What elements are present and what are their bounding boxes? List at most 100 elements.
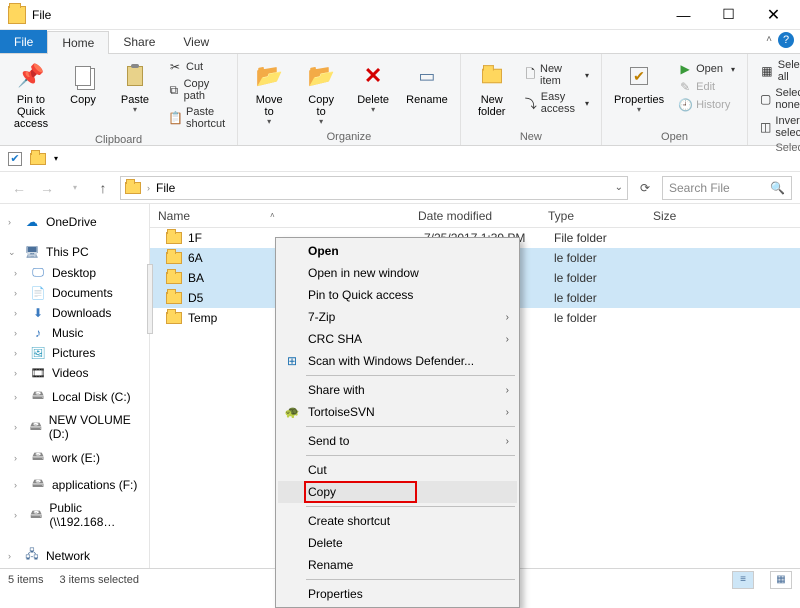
chevron-down-icon[interactable]: ⌄ bbox=[615, 182, 623, 193]
back-button[interactable]: ← bbox=[8, 180, 30, 196]
select-none-button[interactable]: ▢ Select none bbox=[756, 86, 800, 112]
help-button[interactable]: ? bbox=[778, 32, 794, 48]
sidebar-item-onedrive[interactable]: ›☁OneDrive bbox=[0, 212, 149, 232]
ctx-cut[interactable]: Cut bbox=[278, 459, 517, 481]
ctx-crc-sha[interactable]: CRC SHA› bbox=[278, 328, 517, 350]
select-none-label: Select none bbox=[775, 87, 800, 111]
column-name[interactable]: Name˄ bbox=[150, 209, 410, 223]
minimize-button[interactable]: — bbox=[661, 1, 706, 29]
sidebar-item-applicationsf[interactable]: ›🖴applications (F:) bbox=[0, 471, 149, 498]
tab-view[interactable]: View bbox=[169, 30, 223, 53]
properties-button[interactable]: ✔ Properties ▾ bbox=[610, 58, 668, 116]
ctx-separator bbox=[306, 579, 515, 580]
copy-path-button[interactable]: ⧉Copy path bbox=[164, 77, 229, 103]
new-folder-button[interactable]: New folder bbox=[469, 58, 515, 120]
pictures-icon: 🖼 bbox=[30, 346, 46, 360]
column-type[interactable]: Type bbox=[540, 209, 645, 223]
new-item-button[interactable]: 🗋New item▾ bbox=[521, 62, 593, 88]
copy-to-label: Copy to bbox=[308, 94, 334, 118]
search-input[interactable]: Search File 🔍 bbox=[662, 176, 792, 200]
tab-home[interactable]: Home bbox=[47, 31, 109, 54]
collapse-ribbon-icon[interactable]: ˄ bbox=[766, 34, 772, 45]
column-date[interactable]: Date modified bbox=[410, 209, 540, 223]
ctx-open[interactable]: Open bbox=[278, 240, 517, 262]
properties-icon: ✔ bbox=[630, 60, 648, 92]
invert-selection-button[interactable]: ◫Invert selection bbox=[756, 114, 800, 140]
pin-icon: 📌 bbox=[17, 60, 44, 92]
move-to-button[interactable]: 📂 Move to ▾ bbox=[246, 58, 292, 128]
ctx-7zip[interactable]: 7-Zip› bbox=[278, 306, 517, 328]
ctx-share-with[interactable]: Share with› bbox=[278, 379, 517, 401]
sidebar-item-desktop[interactable]: ›🖵Desktop bbox=[0, 262, 149, 283]
drive-icon: 🖴 bbox=[29, 417, 43, 438]
file-type: le folder bbox=[554, 271, 659, 285]
sidebar-label: OneDrive bbox=[46, 215, 97, 229]
ctx-copy[interactable]: Copy bbox=[278, 481, 517, 503]
copy-to-button[interactable]: 📂 Copy to ▾ bbox=[298, 58, 344, 128]
sidebar-item-documents[interactable]: ›📄Documents bbox=[0, 283, 149, 303]
icons-view-button[interactable]: ▦ bbox=[770, 571, 792, 589]
ctx-label: Open in new window bbox=[308, 266, 419, 280]
pin-to-quick-access-button[interactable]: 📌 Pin to Quick access bbox=[8, 58, 54, 132]
column-size[interactable]: Size bbox=[645, 209, 705, 223]
select-all-label: Select all bbox=[778, 59, 800, 83]
forward-button[interactable]: → bbox=[36, 180, 58, 196]
splitter-handle[interactable] bbox=[147, 264, 153, 334]
tab-share[interactable]: Share bbox=[109, 30, 169, 53]
delete-button[interactable]: ✕ Delete ▾ bbox=[350, 58, 396, 128]
paste-button[interactable]: Paste ▾ bbox=[112, 58, 158, 132]
sidebar-item-network[interactable]: ›🖧Network bbox=[0, 542, 149, 568]
ctx-rename[interactable]: Rename bbox=[278, 554, 517, 576]
select-none-icon: ▢ bbox=[760, 92, 771, 106]
paste-shortcut-button[interactable]: 📋Paste shortcut bbox=[164, 105, 229, 131]
ctx-properties[interactable]: Properties bbox=[278, 583, 517, 605]
maximize-button[interactable]: ☐ bbox=[706, 1, 751, 29]
item-checkbox-toggle[interactable]: ✔ bbox=[8, 152, 22, 166]
sidebar-label: This PC bbox=[46, 245, 89, 259]
sidebar-item-thispc[interactable]: ⌄🖥This PC bbox=[0, 242, 149, 262]
breadcrumb-segment[interactable]: File bbox=[156, 181, 609, 195]
sidebar-item-pictures[interactable]: ›🖼Pictures bbox=[0, 343, 149, 363]
sidebar-item-public[interactable]: ›🖴Public (\\192.168… bbox=[0, 498, 149, 532]
ctx-defender[interactable]: ⊞Scan with Windows Defender... bbox=[278, 350, 517, 372]
tab-file[interactable]: File bbox=[0, 30, 47, 53]
move-to-label: Move to bbox=[256, 94, 283, 118]
ctx-tortoisesvn[interactable]: 🐢TortoiseSVN› bbox=[278, 401, 517, 423]
sidebar-item-worke[interactable]: ›🖴work (E:) bbox=[0, 444, 149, 471]
up-button[interactable]: ↑ bbox=[92, 180, 114, 196]
drive-icon: 🖴 bbox=[30, 447, 46, 468]
sidebar-item-videos[interactable]: ›🎞Videos bbox=[0, 363, 149, 383]
sidebar-item-downloads[interactable]: ›⬇Downloads bbox=[0, 303, 149, 323]
ctx-pin-quick-access[interactable]: Pin to Quick access bbox=[278, 284, 517, 306]
recent-dropdown[interactable]: ▾ bbox=[64, 183, 86, 192]
cut-button[interactable]: ✂Cut bbox=[164, 59, 229, 75]
desktop-icon: 🖵 bbox=[30, 265, 46, 280]
select-all-button[interactable]: ▦Select all bbox=[756, 58, 800, 84]
close-button[interactable]: ✕ bbox=[751, 1, 796, 29]
chevron-down-icon[interactable]: ▾ bbox=[54, 154, 58, 163]
ctx-label: Create shortcut bbox=[308, 514, 390, 528]
ctx-create-shortcut[interactable]: Create shortcut bbox=[278, 510, 517, 532]
sidebar-item-localdisk[interactable]: ›🖴Local Disk (C:) bbox=[0, 383, 149, 410]
sidebar-item-newvolume[interactable]: ›🖴NEW VOLUME (D:) bbox=[0, 410, 149, 444]
history-label: History bbox=[696, 99, 730, 111]
ctx-label: Rename bbox=[308, 558, 353, 572]
sidebar-label: work (E:) bbox=[52, 451, 100, 465]
sidebar-label: Desktop bbox=[52, 266, 96, 280]
open-button[interactable]: ▶Open▾ bbox=[674, 61, 739, 77]
rename-button[interactable]: ▭ Rename bbox=[402, 58, 452, 128]
ctx-send-to[interactable]: Send to› bbox=[278, 430, 517, 452]
folder-icon bbox=[166, 272, 182, 284]
group-organize-label: Organize bbox=[246, 129, 452, 143]
details-view-button[interactable]: ≡ bbox=[732, 571, 754, 589]
copy-button[interactable]: Copy bbox=[60, 58, 106, 132]
ctx-delete[interactable]: Delete bbox=[278, 532, 517, 554]
new-folder-icon bbox=[481, 60, 503, 92]
ctx-open-new-window[interactable]: Open in new window bbox=[278, 262, 517, 284]
easy-access-button[interactable]: ⤵Easy access▾ bbox=[521, 90, 593, 116]
open-label: Open bbox=[696, 63, 723, 75]
sidebar-item-music[interactable]: ›♪Music bbox=[0, 323, 149, 343]
refresh-button[interactable]: ⟳ bbox=[634, 181, 656, 195]
sort-caret-icon: ˄ bbox=[270, 211, 275, 220]
breadcrumb[interactable]: › File ⌄ bbox=[120, 176, 628, 200]
